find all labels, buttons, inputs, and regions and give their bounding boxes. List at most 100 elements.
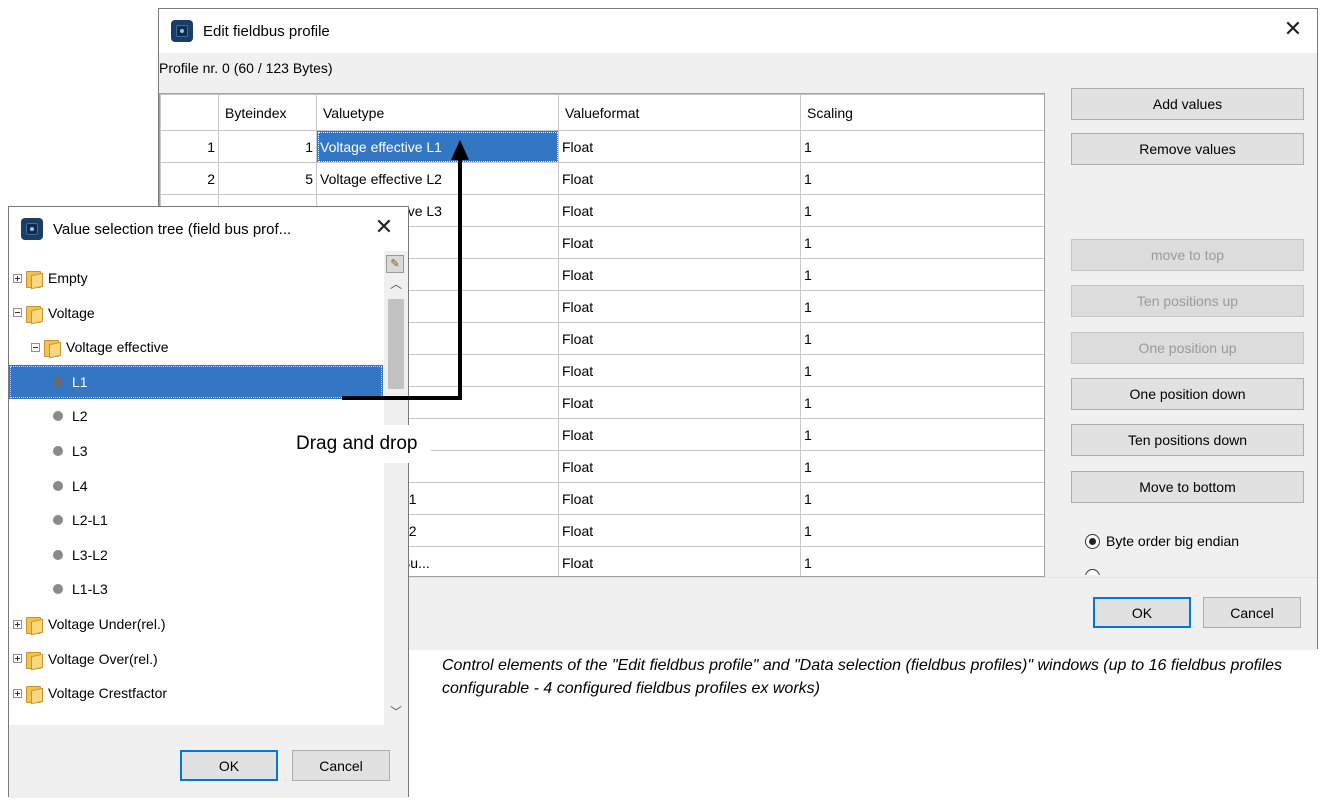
valueformat-cell[interactable]: Float [558,418,801,451]
scaling-cell[interactable]: 1 [800,322,1044,355]
tree-folder-item[interactable]: Voltage effective [9,330,383,364]
row-number-cell[interactable]: 1 [160,130,219,163]
scaling-cell[interactable]: 1 [800,386,1044,419]
column-header-valuetype[interactable]: Valuetype [316,94,559,131]
tree-folder-item[interactable]: Voltage Under(rel.) [9,607,383,641]
valueformat-cell[interactable]: Float [558,482,801,515]
scaling-cell[interactable]: 1 [800,130,1044,163]
tree-leaf-item[interactable]: L1 [9,364,383,399]
valueformat-cell[interactable]: Float [558,290,801,323]
byteindex-cell[interactable]: 5 [218,162,317,195]
one-position-down-button[interactable]: One position down [1071,378,1304,410]
tree-window-titlebar: Value selection tree (field bus prof... … [9,207,408,251]
valueformat-cell[interactable]: Float [558,546,801,576]
scaling-cell[interactable]: 1 [800,354,1044,387]
scaling-cell[interactable]: 1 [800,418,1044,451]
valueformat-cell[interactable]: Float [558,130,801,163]
plus-box-icon[interactable] [13,273,22,283]
byte-order-second-radio[interactable] [1085,569,1100,575]
tree-leaf-item[interactable]: L3-L2 [9,538,383,572]
minus-box-icon[interactable] [13,308,22,318]
folder-icon [25,650,43,669]
valueformat-cell[interactable]: Float [558,258,801,291]
folder-icon [43,338,61,358]
tree-scrollbar[interactable]: ✎ ︿ ﹀ [384,251,408,725]
tree-folder-item[interactable]: Empty [9,261,383,295]
scaling-cell[interactable]: 1 [800,546,1044,576]
ten-positions-up-button[interactable]: Ten positions up [1071,285,1304,317]
column-header-byteindex[interactable]: Byteindex [218,94,317,131]
scrollbar-thumb[interactable] [388,299,404,389]
close-icon[interactable]: ✕ [1281,18,1305,40]
leaf-icon [53,411,63,422]
scaling-cell[interactable]: 1 [800,194,1044,227]
tree-options-icon[interactable]: ✎ [386,255,404,273]
value-tree[interactable]: Empty Voltage Voltage effective L1 L2 L3 L4 L2-… [9,251,408,725]
plus-box-icon[interactable] [13,688,22,698]
table-header-row: Byteindex Valuetype Valueformat Scaling [160,94,1044,131]
leaf-icon [53,515,63,526]
edit-ok-button[interactable]: OK [1093,597,1191,628]
tree-item-label: Voltage effective [66,339,169,356]
folder-icon [25,615,43,634]
valuetype-cell[interactable]: Voltage effective L2 [316,162,559,195]
move-to-top-button[interactable]: move to top [1071,239,1304,271]
valueformat-cell[interactable]: Float [558,322,801,355]
plus-box-icon[interactable] [13,619,22,629]
chevron-up-icon[interactable]: ︿ [384,275,408,295]
valueformat-cell[interactable]: Float [558,354,801,387]
valueformat-cell[interactable]: Float [558,194,801,227]
byteindex-cell[interactable]: 1 [218,130,317,163]
table-row[interactable]: 2 5 Voltage effective L2 Float 1 [160,162,1044,195]
one-position-up-button[interactable]: One position up [1071,332,1304,364]
byte-order-label: Byte order big endian [1106,533,1240,549]
leaf-icon [53,446,63,456]
tree-item-label: L4 [72,477,88,494]
tree-leaf-item[interactable]: L1-L3 [9,572,383,606]
valuetype-cell[interactable]: Voltage effective L1 [316,130,559,163]
table-row[interactable]: 1 1 Voltage effective L1 Float 1 [160,130,1044,163]
edit-window-titlebar: Edit fieldbus profile ✕ [159,9,1317,53]
scaling-cell[interactable]: 1 [800,290,1044,323]
tree-item-label: L1 [72,373,88,390]
scaling-cell[interactable]: 1 [800,482,1044,515]
valueformat-cell[interactable]: Float [558,162,801,195]
edit-cancel-button[interactable]: Cancel [1203,597,1301,628]
tree-item-label: Voltage Over(rel.) [48,650,158,667]
folder-icon [25,684,43,704]
folder-icon [25,269,43,288]
scaling-cell[interactable]: 1 [800,258,1044,291]
scaling-cell[interactable]: 1 [800,162,1044,195]
scaling-cell[interactable]: 1 [800,450,1044,483]
valueformat-cell[interactable]: Float [558,514,801,547]
tree-leaf-item[interactable]: L2-L1 [9,503,383,537]
row-number-cell[interactable]: 2 [160,162,219,195]
remove-values-button[interactable]: Remove values [1071,133,1304,165]
column-header-valueformat[interactable]: Valueformat [558,94,801,131]
tree-leaf-item[interactable]: L4 [9,469,383,503]
tree-folder-item[interactable]: Voltage Crestfactor [9,676,383,710]
tree-cancel-button[interactable]: Cancel [292,750,390,781]
tree-folder-item[interactable]: Voltage [9,296,383,330]
tree-window-title: Value selection tree (field bus prof... [53,220,292,238]
valueformat-cell[interactable]: Float [558,450,801,483]
close-icon[interactable]: ✕ [372,216,396,238]
scaling-cell[interactable]: 1 [800,514,1044,547]
radio-selected-icon[interactable] [1085,533,1100,549]
minus-box-icon[interactable] [31,342,40,352]
plus-box-icon[interactable] [13,654,22,664]
valueformat-cell[interactable]: Float [558,386,801,419]
tree-item-label: Empty [48,270,88,286]
move-to-bottom-button[interactable]: Move to bottom [1071,471,1304,503]
column-header-scaling[interactable]: Scaling [800,94,1044,131]
tree-item-label: L3 [72,443,88,459]
tree-item-label: L3-L2 [72,546,108,563]
valueformat-cell[interactable]: Float [558,226,801,259]
tree-folder-item[interactable]: Voltage Over(rel.) [9,642,383,676]
byte-order-big-endian-radio[interactable]: Byte order big endian [1085,533,1239,549]
tree-ok-button[interactable]: OK [180,750,278,781]
add-values-button[interactable]: Add values [1071,88,1304,120]
chevron-down-icon[interactable]: ﹀ [384,703,408,723]
ten-positions-down-button[interactable]: Ten positions down [1071,424,1304,456]
scaling-cell[interactable]: 1 [800,226,1044,259]
